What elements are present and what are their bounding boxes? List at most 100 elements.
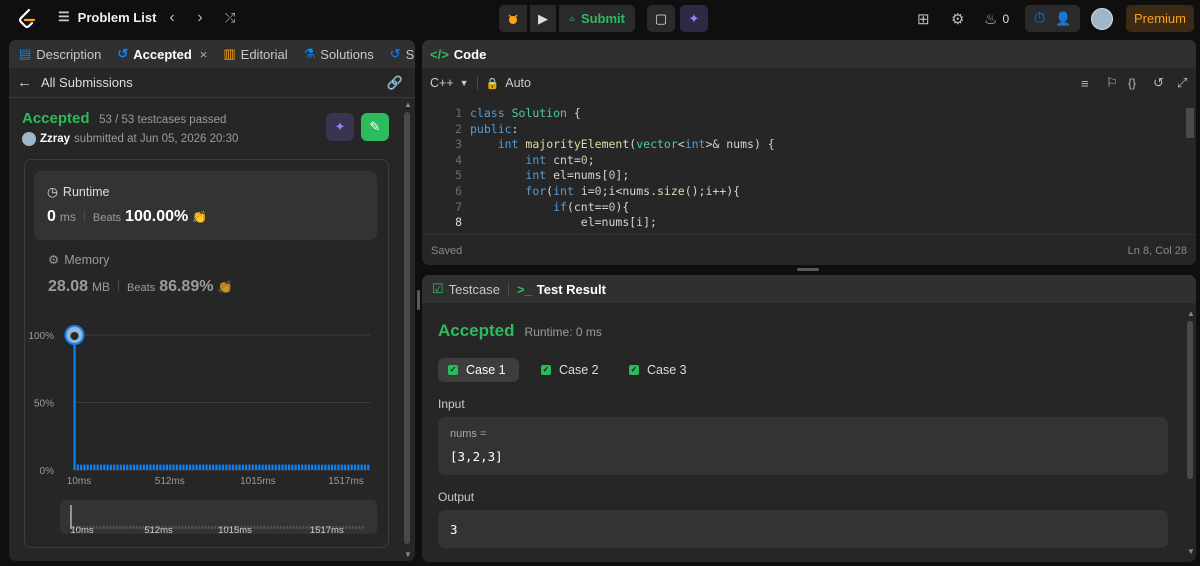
braces-icon[interactable]: {}	[1128, 76, 1136, 90]
tab-description[interactable]: ▤ Description	[9, 46, 109, 62]
distribution-bar	[116, 464, 119, 470]
chart-range-slider[interactable]: 10ms 512ms 1015ms 1517ms	[60, 500, 377, 534]
minimap-bar	[125, 526, 128, 529]
minimap-bar	[112, 526, 115, 529]
distribution-bar	[238, 464, 241, 470]
debug-icon[interactable]	[499, 5, 527, 32]
settings-gear-icon[interactable]: ⚙	[951, 7, 964, 31]
code-editor[interactable]: 1 class Solution {2 public: 3 int majorityE…	[422, 105, 1196, 230]
distribution-bar	[126, 464, 129, 470]
scroll-down-icon[interactable]: ▼	[404, 550, 412, 559]
all-submissions-link[interactable]: All Submissions	[41, 75, 133, 90]
distribution-bar	[96, 464, 99, 470]
leetcode-logo-icon[interactable]	[16, 8, 38, 30]
minimap-bar	[191, 526, 194, 529]
language-select[interactable]: C++ ▼	[430, 76, 469, 90]
bookmark-icon[interactable]: ⚐	[1106, 75, 1118, 91]
layout-icon[interactable]: ⊞	[917, 7, 930, 31]
code-line[interactable]: 2 public:	[422, 121, 1192, 137]
code-line[interactable]: 7 if(cnt==0){	[422, 199, 1192, 215]
clap-icon: 👏	[217, 280, 233, 294]
check-icon: ✓	[629, 365, 639, 375]
minimap-bar	[283, 526, 285, 529]
expand-icon[interactable]: ⤢	[1177, 75, 1187, 91]
code-line[interactable]: 6 for(int i=0;i<nums.size();i++){	[422, 183, 1192, 199]
scroll-up-icon[interactable]: ▲	[1187, 309, 1195, 318]
horizontal-splitter[interactable]	[797, 268, 819, 271]
distribution-bar	[76, 464, 79, 470]
vertical-splitter[interactable]	[417, 290, 420, 310]
submit-button[interactable]: Submit	[559, 5, 635, 32]
stopwatch-icon[interactable]: ⏱	[1034, 10, 1046, 27]
close-tab-icon[interactable]: ×	[200, 47, 208, 62]
case-1-button[interactable]: ✓ Case 1	[438, 358, 519, 382]
code-line[interactable]: 1 class Solution {	[422, 105, 1192, 121]
shuffle-icon[interactable]: ⤮	[221, 9, 239, 27]
distribution-bar	[264, 464, 267, 470]
tab-testcase[interactable]: ☑ Testcase	[422, 281, 508, 297]
problem-list-button[interactable]: ☰ Problem List	[58, 9, 156, 25]
tab-accepted[interactable]: ↺ Accepted ×	[109, 46, 215, 62]
terminal-icon: >_	[516, 281, 532, 297]
run-icon[interactable]: ▶	[530, 5, 556, 32]
streak-counter[interactable]: ♨ 0	[984, 7, 1009, 31]
code-line[interactable]: 3 int majorityElement(vector<int>& nums)…	[422, 136, 1192, 152]
edit-solution-icon[interactable]: ✎	[361, 113, 389, 141]
back-arrow-icon[interactable]: ←	[17, 74, 32, 91]
tab-editorial[interactable]: ▥ Editorial	[215, 46, 295, 62]
ai-analyze-icon[interactable]: ✦	[326, 113, 354, 141]
mode-label[interactable]: Auto	[505, 76, 531, 90]
memory-value: 28.08	[48, 278, 89, 295]
line-number: 4	[455, 152, 462, 167]
user-avatar[interactable]	[1091, 8, 1113, 30]
scroll-down-icon[interactable]: ▼	[1187, 547, 1195, 556]
input-box[interactable]: nums = [3,2,3]	[438, 417, 1168, 475]
distribution-bar	[83, 464, 86, 470]
distribution-bar	[86, 464, 89, 470]
memory-card[interactable]: ⚙ Memory	[48, 252, 109, 268]
code-line[interactable]: 4 int cnt=0;	[422, 152, 1192, 168]
code-scrollbar[interactable]	[1186, 108, 1194, 138]
case-3-button[interactable]: ✓ Case 3	[619, 358, 697, 382]
distribution-bar	[307, 464, 310, 470]
format-icon[interactable]: ≡	[1081, 76, 1089, 91]
tab-code[interactable]: </> Code	[422, 47, 494, 62]
tab-solutions[interactable]: ⚗ Solutions	[296, 46, 382, 62]
output-box[interactable]: 3	[438, 510, 1168, 548]
distribution-bar	[235, 464, 238, 470]
tab-label: Description	[36, 46, 102, 62]
clap-icon: 👏	[192, 210, 208, 224]
premium-button[interactable]: Premium	[1126, 5, 1194, 32]
reset-icon[interactable]: ↺	[1153, 75, 1164, 91]
distribution-bar	[324, 464, 327, 470]
tab-submissions[interactable]: ↺ Su	[382, 46, 415, 62]
add-friend-icon[interactable]: 👤	[1055, 11, 1071, 27]
minimap-bar	[256, 526, 259, 529]
left-scrollbar[interactable]	[404, 112, 410, 544]
line-number: 7	[455, 199, 462, 214]
scroll-up-icon[interactable]: ▲	[404, 100, 412, 109]
code-line[interactable]: 8 el=nums[i];	[422, 214, 1192, 230]
link-icon[interactable]: 🔗	[387, 75, 403, 91]
y-tick-label: 50%	[34, 399, 54, 410]
next-problem-icon[interactable]: ›	[191, 9, 209, 27]
input-label: Input	[438, 397, 465, 411]
ai-sparkle-icon[interactable]: ✦	[680, 5, 708, 32]
result-scrollbar[interactable]	[1187, 321, 1193, 479]
y-tick-label: 100%	[28, 331, 54, 342]
code-line[interactable]: 5 int el=nums[0];	[422, 167, 1192, 183]
distribution-bar	[367, 464, 370, 470]
runtime-distribution-chart[interactable]: 100% 50% 0% 10ms 512ms 1015ms 1517ms	[25, 320, 388, 492]
distribution-bar	[119, 464, 122, 470]
minimap-bar	[273, 526, 276, 529]
username[interactable]: Zzray	[40, 133, 70, 145]
tab-test-result[interactable]: >_ Test Result	[509, 282, 614, 297]
prev-problem-icon[interactable]: ‹	[163, 9, 181, 27]
distribution-bar	[198, 464, 201, 470]
distribution-bar	[245, 464, 248, 470]
runtime-card[interactable]: ◷ Runtime 0 ms Beats 100.00% 👏	[34, 171, 377, 240]
note-icon[interactable]: ▢	[647, 5, 675, 32]
user-avatar-small[interactable]	[22, 132, 36, 146]
case-2-button[interactable]: ✓ Case 2	[531, 358, 609, 382]
x-tick-label: 512ms	[155, 476, 185, 487]
